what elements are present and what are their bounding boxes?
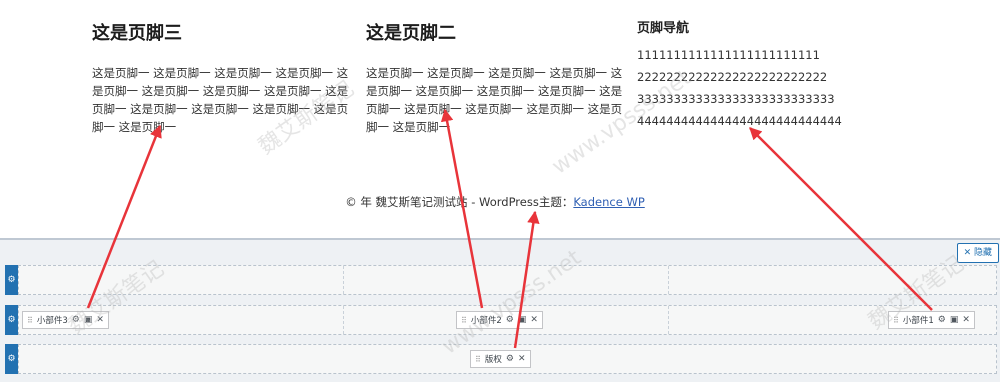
arrow-to-col2 [440,108,484,309]
arrow-to-col3 [86,124,162,309]
arrow-to-nav [749,127,933,311]
arrow-to-copyright [513,210,540,349]
annotation-arrows [86,108,933,349]
